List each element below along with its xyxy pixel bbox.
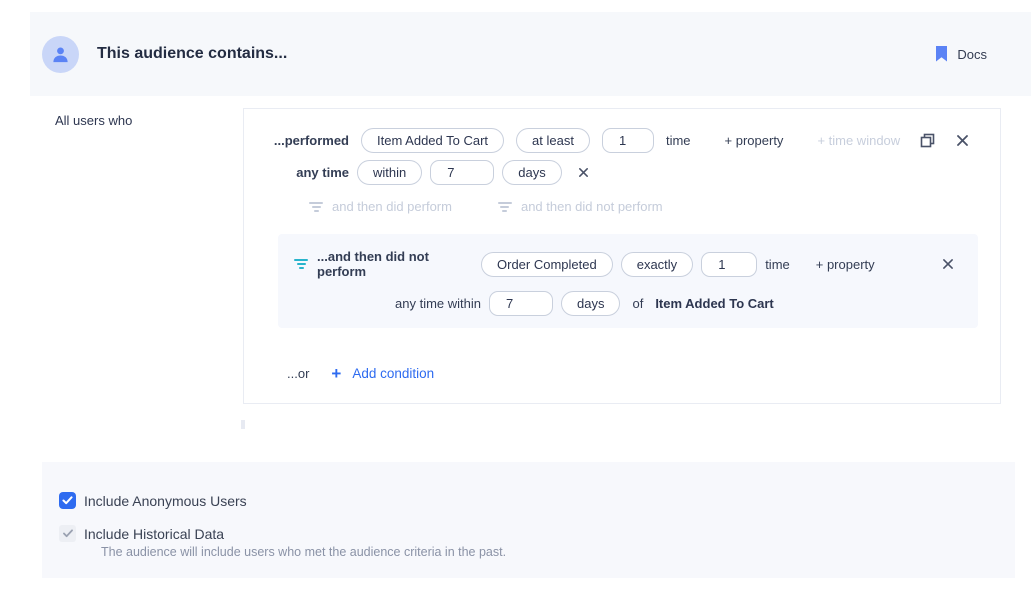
remove-time-window-button[interactable] bbox=[577, 166, 590, 179]
or-label: ...or bbox=[287, 366, 309, 381]
then-options-row: and then did perform and then did not pe… bbox=[308, 199, 970, 214]
event-select[interactable]: Item Added To Cart bbox=[361, 128, 504, 153]
funnel-filter-icon bbox=[293, 259, 309, 269]
historical-check-icon[interactable] bbox=[59, 525, 76, 542]
include-historical-label: Include Historical Data bbox=[84, 526, 224, 542]
subcondition-event-select[interactable]: Order Completed bbox=[481, 252, 613, 277]
or-row: ...or + Add condition bbox=[268, 365, 970, 382]
close-icon bbox=[943, 259, 953, 269]
docs-link[interactable]: Docs bbox=[935, 46, 987, 62]
add-condition-label: Add condition bbox=[352, 366, 434, 381]
header: This audience contains... Docs bbox=[30, 12, 1031, 96]
copy-icon bbox=[920, 133, 935, 148]
add-time-window-button[interactable]: + time window bbox=[817, 133, 900, 148]
remove-condition-button[interactable] bbox=[955, 133, 970, 148]
docs-label: Docs bbox=[957, 47, 987, 62]
page-title: This audience contains... bbox=[97, 45, 287, 63]
add-property-button[interactable]: + property bbox=[725, 133, 784, 148]
then-did-not-perform-option[interactable]: and then did not perform bbox=[497, 199, 663, 214]
all-users-label: All users who bbox=[55, 113, 132, 128]
then-did-not-perform-label: and then did not perform bbox=[521, 199, 663, 214]
plus-icon: + bbox=[331, 365, 341, 382]
person-icon bbox=[51, 45, 70, 64]
check-icon bbox=[62, 496, 73, 505]
performed-label: ...performed bbox=[268, 133, 349, 148]
any-time-label: any time bbox=[268, 165, 349, 180]
time-suffix-label: time bbox=[765, 257, 790, 272]
window-unit-select[interactable]: days bbox=[502, 160, 561, 185]
subcondition-window-unit-select[interactable]: days bbox=[561, 291, 620, 316]
then-did-perform-label: and then did perform bbox=[332, 199, 452, 214]
include-anonymous-checkbox[interactable] bbox=[59, 492, 76, 509]
time-window-row: any time within days bbox=[268, 160, 970, 185]
divider-mark bbox=[241, 420, 245, 429]
subcondition-row: ...and then did not perform Order Comple… bbox=[293, 249, 955, 279]
close-icon bbox=[579, 168, 588, 177]
add-condition-button[interactable]: + Add condition bbox=[331, 365, 434, 382]
historical-description: The audience will include users who met … bbox=[101, 545, 1015, 559]
filter-icon bbox=[308, 202, 324, 212]
include-anonymous-label: Include Anonymous Users bbox=[84, 493, 247, 509]
subcondition-window-row: any time within days of Item Added To Ca… bbox=[293, 291, 955, 316]
window-value-input[interactable] bbox=[430, 160, 494, 185]
then-did-perform-option[interactable]: and then did perform bbox=[308, 199, 452, 214]
options-panel: Include Anonymous Users Include Historic… bbox=[42, 462, 1015, 578]
subcondition-window-value-input[interactable] bbox=[489, 291, 553, 316]
count-input[interactable] bbox=[602, 128, 654, 153]
subcondition-box: ...and then did not perform Order Comple… bbox=[278, 234, 978, 328]
subcondition-count-input[interactable] bbox=[701, 252, 757, 277]
bookmark-icon bbox=[935, 46, 948, 62]
avatar bbox=[42, 36, 79, 73]
historical-data-row: Include Historical Data bbox=[59, 525, 1015, 542]
frequency-operator-select[interactable]: at least bbox=[516, 128, 590, 153]
remove-subcondition-button[interactable] bbox=[941, 257, 955, 271]
of-label: of bbox=[632, 296, 643, 311]
any-time-within-label: any time within bbox=[293, 296, 481, 311]
of-event-label: Item Added To Cart bbox=[655, 296, 773, 311]
check-icon bbox=[62, 529, 74, 538]
subcondition-operator-select[interactable]: exactly bbox=[621, 252, 693, 277]
duplicate-condition-button[interactable] bbox=[918, 131, 937, 150]
window-type-select[interactable]: within bbox=[357, 160, 422, 185]
close-icon bbox=[957, 135, 968, 146]
time-suffix-label: time bbox=[666, 133, 691, 148]
subcondition-label: ...and then did not perform bbox=[317, 249, 473, 279]
condition-group: ...performed Item Added To Cart at least… bbox=[243, 108, 1001, 404]
subcondition-add-property-button[interactable]: + property bbox=[816, 257, 875, 272]
performed-condition-row: ...performed Item Added To Cart at least… bbox=[268, 128, 970, 153]
anonymous-users-row: Include Anonymous Users bbox=[59, 492, 1015, 509]
filter-icon bbox=[497, 202, 513, 212]
